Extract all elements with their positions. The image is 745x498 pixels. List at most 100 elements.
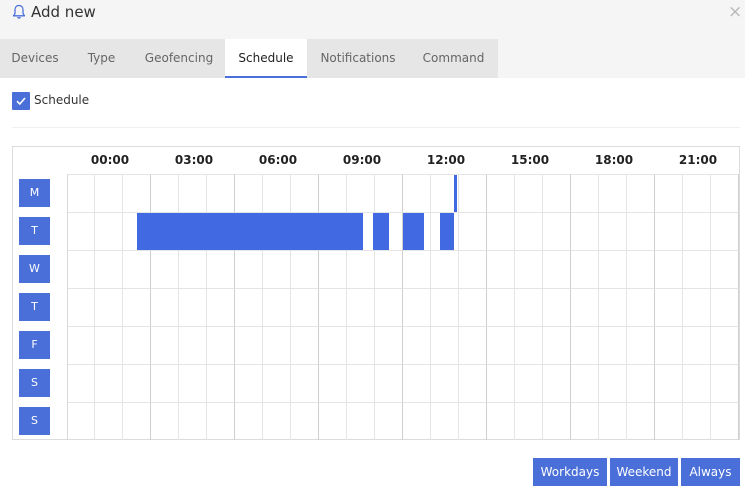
schedule-active-block[interactable]: [372, 213, 389, 250]
schedule-cell[interactable]: [403, 288, 431, 326]
schedule-cell[interactable]: [655, 402, 683, 440]
schedule-cell[interactable]: [599, 212, 627, 250]
schedule-cell[interactable]: [515, 212, 543, 250]
schedule-cell[interactable]: [571, 174, 599, 212]
schedule-cell[interactable]: [235, 402, 263, 440]
schedule-cell[interactable]: [627, 174, 655, 212]
schedule-cell[interactable]: [627, 288, 655, 326]
schedule-cell[interactable]: [515, 250, 543, 288]
schedule-cell[interactable]: [235, 174, 263, 212]
schedule-cell[interactable]: [487, 364, 515, 402]
schedule-cell[interactable]: [67, 250, 95, 288]
schedule-cell[interactable]: [179, 288, 207, 326]
schedule-cell[interactable]: [487, 212, 515, 250]
schedule-cell[interactable]: [515, 402, 543, 440]
schedule-cell[interactable]: [95, 326, 123, 364]
schedule-cell[interactable]: [487, 250, 515, 288]
schedule-cell[interactable]: [459, 402, 487, 440]
schedule-cell[interactable]: [291, 364, 319, 402]
schedule-cell[interactable]: [627, 212, 655, 250]
schedule-cell[interactable]: [711, 212, 739, 250]
schedule-cell[interactable]: [459, 250, 487, 288]
schedule-checkbox[interactable]: [12, 92, 30, 110]
schedule-cell[interactable]: [347, 364, 375, 402]
schedule-cell[interactable]: [403, 326, 431, 364]
schedule-cell[interactable]: [683, 288, 711, 326]
schedule-cell[interactable]: [375, 174, 403, 212]
schedule-cell[interactable]: [235, 364, 263, 402]
tab-notifications[interactable]: Notifications: [307, 39, 409, 78]
schedule-cell[interactable]: [655, 250, 683, 288]
schedule-cell[interactable]: [403, 174, 431, 212]
schedule-cell[interactable]: [263, 174, 291, 212]
day-button-saturday[interactable]: S: [19, 369, 50, 397]
schedule-cell[interactable]: [431, 288, 459, 326]
schedule-cell[interactable]: [95, 174, 123, 212]
schedule-cell[interactable]: [95, 212, 123, 250]
schedule-cell[interactable]: [123, 402, 151, 440]
schedule-cell[interactable]: [571, 250, 599, 288]
tab-type[interactable]: Type: [70, 39, 133, 78]
schedule-cell[interactable]: [627, 402, 655, 440]
schedule-cell[interactable]: [599, 364, 627, 402]
schedule-cell[interactable]: [627, 326, 655, 364]
schedule-cell[interactable]: [515, 174, 543, 212]
schedule-cell[interactable]: [599, 288, 627, 326]
schedule-cell[interactable]: [571, 326, 599, 364]
schedule-cell[interactable]: [655, 174, 683, 212]
schedule-cell[interactable]: [347, 250, 375, 288]
schedule-cell[interactable]: [487, 402, 515, 440]
schedule-cell[interactable]: [123, 174, 151, 212]
schedule-cell[interactable]: [67, 174, 95, 212]
schedule-cell[interactable]: [683, 364, 711, 402]
schedule-cell[interactable]: [291, 402, 319, 440]
schedule-cell[interactable]: [487, 326, 515, 364]
schedule-cell[interactable]: [95, 364, 123, 402]
schedule-cell[interactable]: [515, 364, 543, 402]
schedule-cell[interactable]: [123, 364, 151, 402]
schedule-cell[interactable]: [347, 402, 375, 440]
workdays-button[interactable]: Workdays: [533, 458, 607, 486]
schedule-cell[interactable]: [571, 288, 599, 326]
schedule-cell[interactable]: [711, 250, 739, 288]
schedule-cell[interactable]: [431, 364, 459, 402]
schedule-cell[interactable]: [683, 326, 711, 364]
schedule-active-block[interactable]: [454, 175, 457, 212]
day-button-tuesday[interactable]: T: [19, 217, 50, 245]
schedule-cell[interactable]: [263, 402, 291, 440]
tab-command[interactable]: Command: [409, 39, 498, 78]
schedule-cell[interactable]: [655, 364, 683, 402]
schedule-cell[interactable]: [207, 326, 235, 364]
schedule-cell[interactable]: [543, 174, 571, 212]
schedule-cell[interactable]: [179, 326, 207, 364]
schedule-cell[interactable]: [319, 402, 347, 440]
schedule-cell[interactable]: [459, 326, 487, 364]
schedule-cell[interactable]: [207, 402, 235, 440]
schedule-cell[interactable]: [179, 250, 207, 288]
schedule-cell[interactable]: [683, 402, 711, 440]
schedule-cell[interactable]: [319, 250, 347, 288]
schedule-cell[interactable]: [403, 250, 431, 288]
schedule-active-block[interactable]: [403, 213, 410, 250]
schedule-cell[interactable]: [123, 326, 151, 364]
schedule-cell[interactable]: [207, 174, 235, 212]
schedule-cell[interactable]: [459, 174, 487, 212]
schedule-cell[interactable]: [207, 364, 235, 402]
schedule-cell[interactable]: [431, 326, 459, 364]
schedule-cell[interactable]: [347, 174, 375, 212]
schedule-cell[interactable]: [347, 326, 375, 364]
schedule-cell[interactable]: [319, 174, 347, 212]
schedule-cell[interactable]: [655, 288, 683, 326]
schedule-cell[interactable]: [599, 250, 627, 288]
schedule-cell[interactable]: [459, 288, 487, 326]
schedule-cell[interactable]: [627, 364, 655, 402]
schedule-cell[interactable]: [235, 326, 263, 364]
schedule-cell[interactable]: [543, 364, 571, 402]
schedule-cell[interactable]: [179, 402, 207, 440]
schedule-cell[interactable]: [95, 250, 123, 288]
schedule-cell[interactable]: [347, 288, 375, 326]
schedule-cell[interactable]: [599, 174, 627, 212]
tab-schedule[interactable]: Schedule: [225, 39, 307, 78]
schedule-cell[interactable]: [67, 402, 95, 440]
schedule-cell[interactable]: [179, 174, 207, 212]
